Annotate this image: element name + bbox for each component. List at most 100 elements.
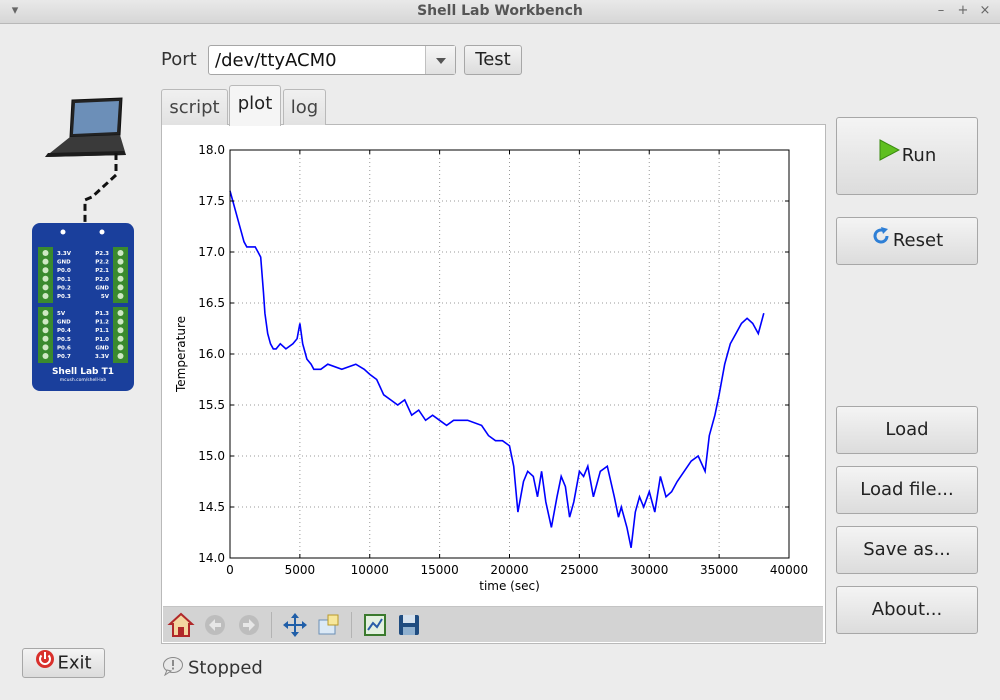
pin-right-label: GND	[95, 285, 109, 291]
x-tick-label: 10000	[351, 563, 389, 577]
x-tick-label: 20000	[490, 563, 528, 577]
pin-left-label: P0.7	[57, 354, 71, 360]
refresh-icon	[871, 218, 891, 264]
board-name: Shell Lab T1	[52, 367, 114, 377]
app-window: ▾ Shell Lab Workbench – + × 3.3V GND P0.0 P…	[0, 0, 1000, 700]
pin-right-dot	[117, 335, 124, 342]
x-tick-label: 5000	[285, 563, 316, 577]
y-tick-label: 16.5	[198, 296, 225, 310]
x-tick-label: 25000	[560, 563, 598, 577]
maximize-icon[interactable]: +	[954, 2, 972, 20]
tab-script[interactable]: script	[161, 89, 228, 125]
window-title: Shell Lab Workbench	[417, 3, 583, 19]
pin-left-label: P0.0	[57, 268, 71, 274]
pin-right-dot	[117, 327, 124, 334]
test-button[interactable]: Test	[464, 45, 522, 75]
about-button[interactable]: About...	[836, 586, 978, 634]
port-select[interactable]: /dev/ttyACM0	[208, 45, 456, 75]
pin-right-label: 5V	[101, 294, 110, 300]
reset-button-label: Reset	[892, 230, 944, 251]
minimize-icon[interactable]: –	[932, 2, 950, 20]
device-illustration: 3.3V GND P0.0 P0.1 P0.2 P0.3 5V GND P0.4 P0.5 P0.6…	[32, 97, 134, 391]
board-icon: 3.3V GND P0.0 P0.1 P0.2 P0.3 5V GND P0.4 P0.5 P0.6…	[32, 223, 134, 391]
pin-left-dot	[42, 344, 49, 351]
pin-left-dot	[42, 250, 49, 256]
pin-right-label: P1.0	[95, 337, 109, 343]
pin-left-label: P0.6	[57, 345, 71, 351]
pan-icon[interactable]	[281, 611, 309, 639]
port-label: Port	[161, 49, 197, 70]
pin-right-label: P1.2	[95, 320, 109, 326]
y-axis-label: Temperature	[174, 316, 188, 393]
board-url: mcush.com/shell-lab	[60, 377, 107, 383]
pin-right-dot	[117, 353, 124, 359]
title-bar: ▾ Shell Lab Workbench – + ×	[0, 0, 1000, 24]
x-axis-label: time (sec)	[479, 579, 540, 593]
x-tick-label: 15000	[421, 563, 459, 577]
load-file-button[interactable]: Load file...	[836, 466, 978, 514]
y-tick-label: 15.5	[198, 398, 225, 412]
play-icon	[878, 118, 900, 194]
reset-button[interactable]: Reset	[836, 217, 978, 265]
pin-right-label: P2.0	[95, 277, 109, 283]
x-tick-label: 35000	[700, 563, 738, 577]
pin-right-dot	[117, 284, 124, 291]
pin-left-label: P0.3	[57, 294, 71, 300]
tab-plot[interactable]: plot	[229, 85, 281, 126]
save-as-button[interactable]: Save as...	[836, 526, 978, 574]
subplots-icon[interactable]	[361, 611, 389, 639]
save-icon[interactable]	[395, 611, 423, 639]
pin-right-dot	[117, 310, 124, 316]
pin-right-dot	[117, 250, 124, 256]
pin-right-dot	[117, 267, 124, 274]
pin-right-label: 3.3V	[95, 354, 110, 360]
exit-button[interactable]: Exit	[22, 648, 105, 678]
x-tick-label: 40000	[770, 563, 808, 577]
pin-right-label: P2.1	[95, 268, 109, 274]
run-button-label: Run	[901, 145, 937, 166]
pin-right-dot	[117, 293, 124, 299]
pin-left-label: GND	[57, 320, 71, 326]
y-tick-label: 17.0	[198, 245, 225, 259]
pin-left-dot	[42, 310, 49, 316]
pin-right-dot	[117, 344, 124, 351]
y-tick-label: 18.0	[198, 143, 225, 157]
pin-left-label: 3.3V	[57, 251, 72, 257]
y-tick-label: 16.0	[198, 347, 225, 361]
pin-left-label: P0.2	[57, 285, 71, 291]
pin-left-dot	[42, 335, 49, 342]
status-bar: Stopped	[162, 656, 263, 680]
pin-left-dot	[42, 293, 49, 299]
cable	[83, 153, 118, 222]
load-example-button[interactable]: Load example...	[836, 406, 978, 486]
y-tick-label: 14.5	[198, 500, 225, 514]
info-bubble-icon	[162, 656, 184, 681]
pin-right-dot	[117, 258, 124, 265]
pin-left-dot	[42, 258, 49, 265]
pin-right-label: GND	[95, 345, 109, 351]
pin-left-dot	[42, 318, 49, 325]
close-icon[interactable]: ×	[976, 2, 994, 20]
temperature-chart[interactable]: 0 5000 10000 15000 20000 25000 30000 35000 40000…	[163, 126, 823, 606]
tab-log[interactable]: log	[283, 89, 326, 125]
pin-right-dot	[117, 318, 124, 325]
pin-left-dot	[42, 327, 49, 334]
home-icon[interactable]	[167, 611, 195, 639]
zoom-icon[interactable]	[315, 611, 343, 639]
pin-left-dot	[42, 275, 49, 282]
pin-left-label: 5V	[57, 311, 66, 317]
laptop-icon	[45, 97, 126, 157]
y-tick-label: 17.5	[198, 194, 225, 208]
power-icon	[35, 649, 55, 678]
y-tick-label: 15.0	[198, 449, 225, 463]
status-text: Stopped	[188, 657, 263, 679]
chevron-down-icon[interactable]	[425, 46, 455, 74]
forward-icon[interactable]	[235, 611, 263, 639]
back-icon[interactable]	[201, 611, 229, 639]
plot-toolbar	[163, 606, 823, 642]
pin-right-label: P1.3	[95, 311, 109, 317]
pin-left-label: GND	[57, 260, 71, 266]
run-button[interactable]: Run	[836, 117, 978, 195]
x-tick-label: 30000	[630, 563, 668, 577]
pin-right-dot	[117, 275, 124, 282]
